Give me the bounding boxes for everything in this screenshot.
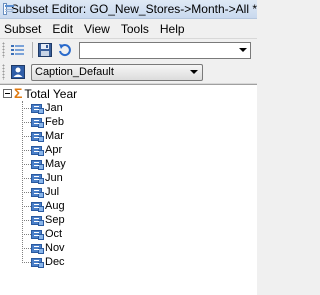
tree-root-row[interactable]: Σ Total Year xyxy=(3,85,78,101)
tree-branch xyxy=(22,107,31,109)
tree-item[interactable]: Sep xyxy=(22,213,65,227)
tree-item[interactable]: Apr xyxy=(22,143,62,157)
tree-branch xyxy=(22,177,31,179)
tree-branch xyxy=(22,191,31,193)
menu-subset[interactable]: Subset xyxy=(0,22,47,36)
leaf-element-icon xyxy=(31,131,44,142)
tree-branch xyxy=(22,135,31,137)
menu-tools[interactable]: Tools xyxy=(116,22,155,36)
tree-branch xyxy=(22,247,31,249)
window-title: Subset Editor: GO_New_Stores->Month->All… xyxy=(10,2,257,16)
menu-help[interactable]: Help xyxy=(155,22,191,36)
chevron-down-icon[interactable] xyxy=(190,69,198,74)
list-icon xyxy=(11,45,24,55)
leaf-element-icon xyxy=(31,145,44,156)
tree-item[interactable]: Feb xyxy=(22,115,64,129)
chevron-down-icon[interactable] xyxy=(239,47,247,52)
tree-root-label: Total Year xyxy=(24,86,78,101)
tree-item[interactable]: Jul xyxy=(22,185,59,199)
window-icon xyxy=(3,3,14,15)
tree-item[interactable]: Mar xyxy=(22,129,64,143)
leaf-element-icon xyxy=(31,215,44,226)
tree-item-label: Jan xyxy=(45,102,63,114)
tree-item[interactable]: Oct xyxy=(22,227,62,241)
toolbar-separator xyxy=(32,42,33,58)
tree-item-label: Nov xyxy=(45,242,65,254)
subset-tree[interactable]: Σ Total Year Jan Feb Mar Apr May Jun Jul… xyxy=(0,84,257,295)
refresh-icon xyxy=(59,44,71,57)
tree-item[interactable]: Jun xyxy=(22,171,63,185)
leaf-element-icon xyxy=(31,201,44,212)
leaf-element-icon xyxy=(31,117,44,128)
tree-branch xyxy=(22,261,31,263)
alias-combo-value: Caption_Default xyxy=(35,66,114,78)
save-button[interactable] xyxy=(36,41,54,59)
subset-list-button[interactable] xyxy=(9,41,27,59)
leaf-element-icon xyxy=(31,243,44,254)
tree-branch xyxy=(22,233,31,235)
tree-item-label: Sep xyxy=(45,214,65,226)
menu-bar: Subset Edit View Tools Help xyxy=(0,19,257,38)
main-toolbar xyxy=(0,38,257,62)
tree-item[interactable]: May xyxy=(22,157,66,171)
save-icon xyxy=(38,43,52,57)
toolbar-grip[interactable] xyxy=(2,64,5,80)
tree-item[interactable]: Jan xyxy=(22,101,63,115)
menu-view[interactable]: View xyxy=(79,22,116,36)
refresh-button[interactable] xyxy=(56,41,74,59)
tree-item-label: Feb xyxy=(45,116,64,128)
leaf-element-icon xyxy=(31,173,44,184)
title-bar: Subset Editor: GO_New_Stores->Month->All… xyxy=(0,0,257,19)
leaf-element-icon xyxy=(31,229,44,240)
tree-item-label: May xyxy=(45,158,66,170)
tree-item-label: Jun xyxy=(45,172,63,184)
consolidation-icon: Σ xyxy=(14,85,23,101)
alias-button[interactable] xyxy=(9,63,27,81)
menu-edit[interactable]: Edit xyxy=(47,22,79,36)
alias-combo[interactable]: Caption_Default xyxy=(31,63,203,81)
tree-item-label: Apr xyxy=(45,144,63,156)
tree-item[interactable]: Nov xyxy=(22,241,65,255)
alias-toolbar: Caption_Default xyxy=(0,61,257,84)
leaf-element-icon xyxy=(31,103,44,114)
tree-item[interactable]: Aug xyxy=(22,199,65,213)
tree-item-label: Oct xyxy=(45,228,63,240)
leaf-element-icon xyxy=(31,159,44,170)
tree-branch xyxy=(22,205,31,207)
leaf-element-icon xyxy=(31,187,44,198)
tree-branch xyxy=(22,163,31,165)
tree-item-label: Dec xyxy=(45,256,65,268)
tree-item-label: Mar xyxy=(45,130,64,142)
tree-item[interactable]: Dec xyxy=(22,255,65,269)
toolbar-grip[interactable] xyxy=(2,42,5,58)
leaf-element-icon xyxy=(31,257,44,268)
tree-item-label: Aug xyxy=(45,200,65,212)
tree-item-label: Jul xyxy=(45,186,60,198)
tree-branch xyxy=(22,219,31,221)
tree-branch xyxy=(22,149,31,151)
subset-combo[interactable] xyxy=(79,41,251,59)
tree-branch xyxy=(22,121,31,123)
collapse-icon[interactable] xyxy=(3,89,12,98)
user-icon xyxy=(11,65,25,79)
